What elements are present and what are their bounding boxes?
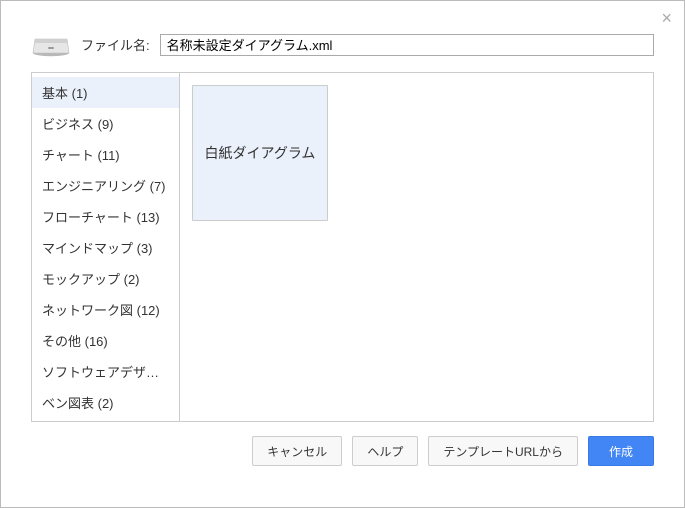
template-blank-diagram[interactable]: 白紙ダイアグラム bbox=[192, 85, 328, 221]
sidebar-item-basic[interactable]: 基本 (1) bbox=[32, 77, 179, 108]
sidebar-item-business[interactable]: ビジネス (9) bbox=[32, 108, 179, 139]
template-label: 白紙ダイアグラム bbox=[205, 143, 316, 163]
from-template-url-button[interactable]: テンプレートURLから bbox=[428, 436, 578, 466]
dialog-body: 基本 (1) ビジネス (9) チャート (11) エンジニアリング (7) フ… bbox=[31, 72, 654, 422]
help-button[interactable]: ヘルプ bbox=[352, 436, 418, 466]
close-icon[interactable]: × bbox=[661, 9, 672, 27]
sidebar-item-software[interactable]: ソフトウェアデザイ... bbox=[32, 356, 179, 387]
filename-input[interactable] bbox=[160, 34, 654, 56]
sidebar-item-venn[interactable]: ベン図表 (2) bbox=[32, 387, 179, 418]
sidebar-item-flowcharts[interactable]: フローチャート (13) bbox=[32, 201, 179, 232]
sidebar-item-other[interactable]: その他 (16) bbox=[32, 325, 179, 356]
sidebar-item-mindmaps[interactable]: マインドマップ (3) bbox=[32, 232, 179, 263]
sidebar-item-engineering[interactable]: エンジニアリング (7) bbox=[32, 170, 179, 201]
dialog-header: ファイル名: bbox=[1, 1, 684, 72]
dialog-footer: キャンセル ヘルプ テンプレートURLから 作成 bbox=[1, 422, 684, 466]
category-sidebar: 基本 (1) ビジネス (9) チャート (11) エンジニアリング (7) フ… bbox=[32, 73, 180, 421]
template-preview-area: 白紙ダイアグラム bbox=[180, 73, 653, 421]
filename-label: ファイル名: bbox=[81, 35, 150, 54]
cancel-button[interactable]: キャンセル bbox=[252, 436, 342, 466]
create-button[interactable]: 作成 bbox=[588, 436, 654, 466]
sidebar-item-wireframes[interactable]: ワイヤーフレーム ... bbox=[32, 418, 179, 421]
new-diagram-dialog: × ファイル名: 基本 (1) ビジネス (9) チャート (11) エンジニア… bbox=[0, 0, 685, 508]
drive-icon bbox=[31, 29, 71, 60]
sidebar-item-charts[interactable]: チャート (11) bbox=[32, 139, 179, 170]
sidebar-item-network[interactable]: ネットワーク図 (12) bbox=[32, 294, 179, 325]
sidebar-item-mockups[interactable]: モックアップ (2) bbox=[32, 263, 179, 294]
